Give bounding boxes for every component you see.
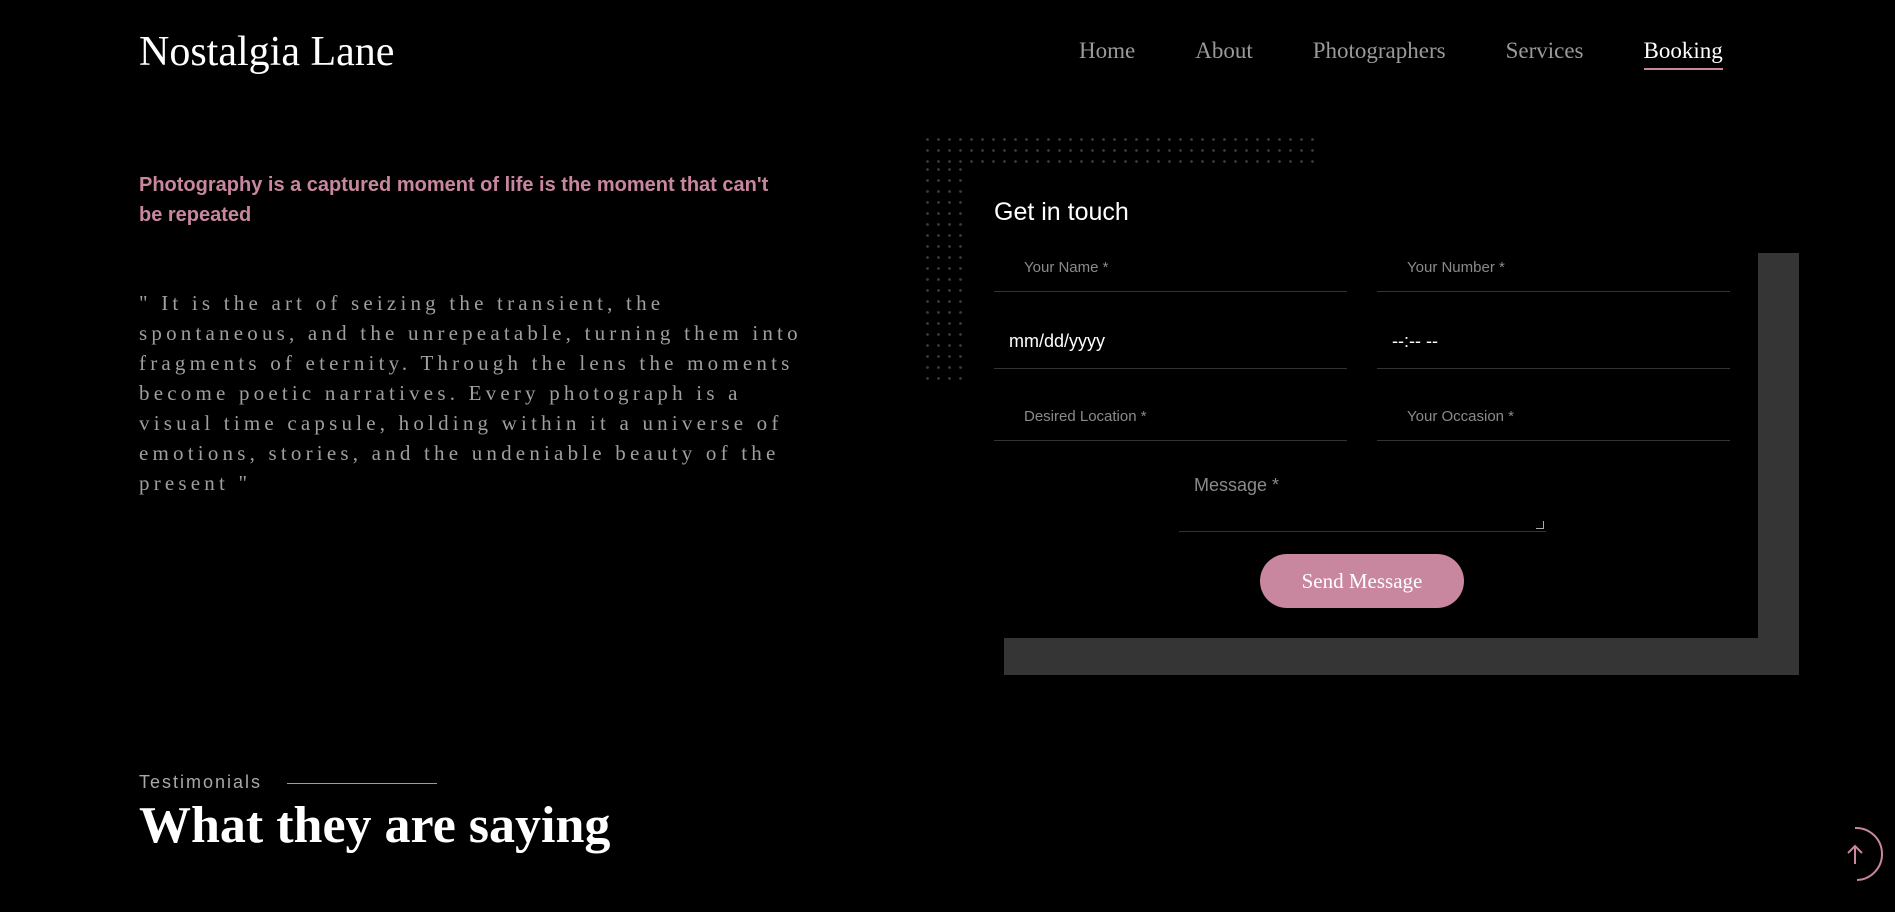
number-field[interactable]: Your Number * (1377, 247, 1730, 292)
name-field[interactable]: Your Name * (994, 247, 1347, 292)
section-divider (287, 783, 437, 784)
nav-services[interactable]: Services (1506, 38, 1584, 70)
testimonials-title: What they are saying (139, 797, 611, 854)
nav-photographers[interactable]: Photographers (1313, 38, 1446, 70)
message-field[interactable]: Message * (1179, 470, 1546, 532)
occasion-field[interactable]: Your Occasion * (1377, 396, 1730, 441)
nav-booking[interactable]: Booking (1643, 38, 1723, 70)
main-nav: Home About Photographers Services Bookin… (1079, 38, 1723, 70)
nav-about[interactable]: About (1195, 38, 1253, 70)
send-message-button[interactable]: Send Message (1260, 554, 1464, 608)
intro-tagline: Photography is a captured moment of life… (139, 174, 769, 226)
testimonials-label: Testimonials (139, 772, 263, 792)
site-logo[interactable]: Nostalgia Lane (139, 28, 394, 76)
decorative-dots-left (922, 164, 966, 384)
decorative-dots-top (922, 134, 1318, 164)
form-title: Get in touch (994, 198, 1129, 226)
location-field[interactable]: Desired Location * (994, 396, 1347, 441)
intro-quote: " It is the art of seizing the transient… (139, 291, 802, 495)
scroll-top-button[interactable] (1827, 824, 1887, 884)
nav-home[interactable]: Home (1079, 38, 1135, 70)
arrow-up-icon (1847, 826, 1883, 881)
resize-handle-icon[interactable] (1536, 521, 1544, 529)
time-field[interactable]: --:-- -- (1377, 318, 1730, 369)
date-field[interactable]: mm/dd/yyyy (994, 318, 1347, 369)
message-placeholder: Message * (1194, 475, 1280, 495)
